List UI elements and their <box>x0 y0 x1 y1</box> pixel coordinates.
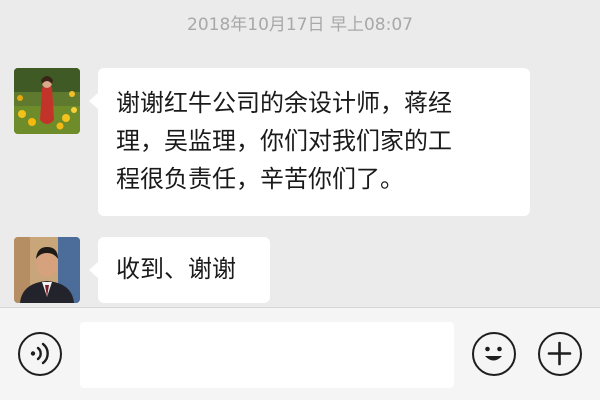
emoji-button[interactable] <box>472 332 516 376</box>
message-bubble[interactable]: 收到、谢谢 <box>89 237 270 303</box>
message-timestamp: 2018年10月17日 早上08:07 <box>187 15 413 35</box>
smiley-icon <box>485 346 502 361</box>
message-input[interactable] <box>80 322 454 388</box>
voice-button[interactable] <box>18 332 62 376</box>
message-line: 收到、谢谢 <box>116 255 236 283</box>
voice-wave-icon <box>30 342 49 365</box>
message-line: 程很负责任，辛苦你们了。 <box>116 165 404 193</box>
input-bar <box>0 307 600 400</box>
sender-avatar-flowers[interactable] <box>14 68 80 134</box>
man-in-suit-photo-icon <box>14 237 80 303</box>
chat-area: 2018年10月17日 早上08:07 谢谢红牛公司的余设计师，蒋经 理，吴监理… <box>0 0 600 307</box>
plus-icon <box>547 341 572 366</box>
flowers-photo-icon <box>14 68 80 134</box>
message-line: 理，吴监理，你们对我们家的工 <box>116 127 452 155</box>
more-button[interactable] <box>538 332 582 376</box>
message-bubble[interactable]: 谢谢红牛公司的余设计师，蒋经 理，吴监理，你们对我们家的工 程很负责任，辛苦你们… <box>89 68 530 216</box>
sender-avatar-man[interactable] <box>14 237 80 303</box>
message-line: 谢谢红牛公司的余设计师，蒋经 <box>116 89 452 117</box>
